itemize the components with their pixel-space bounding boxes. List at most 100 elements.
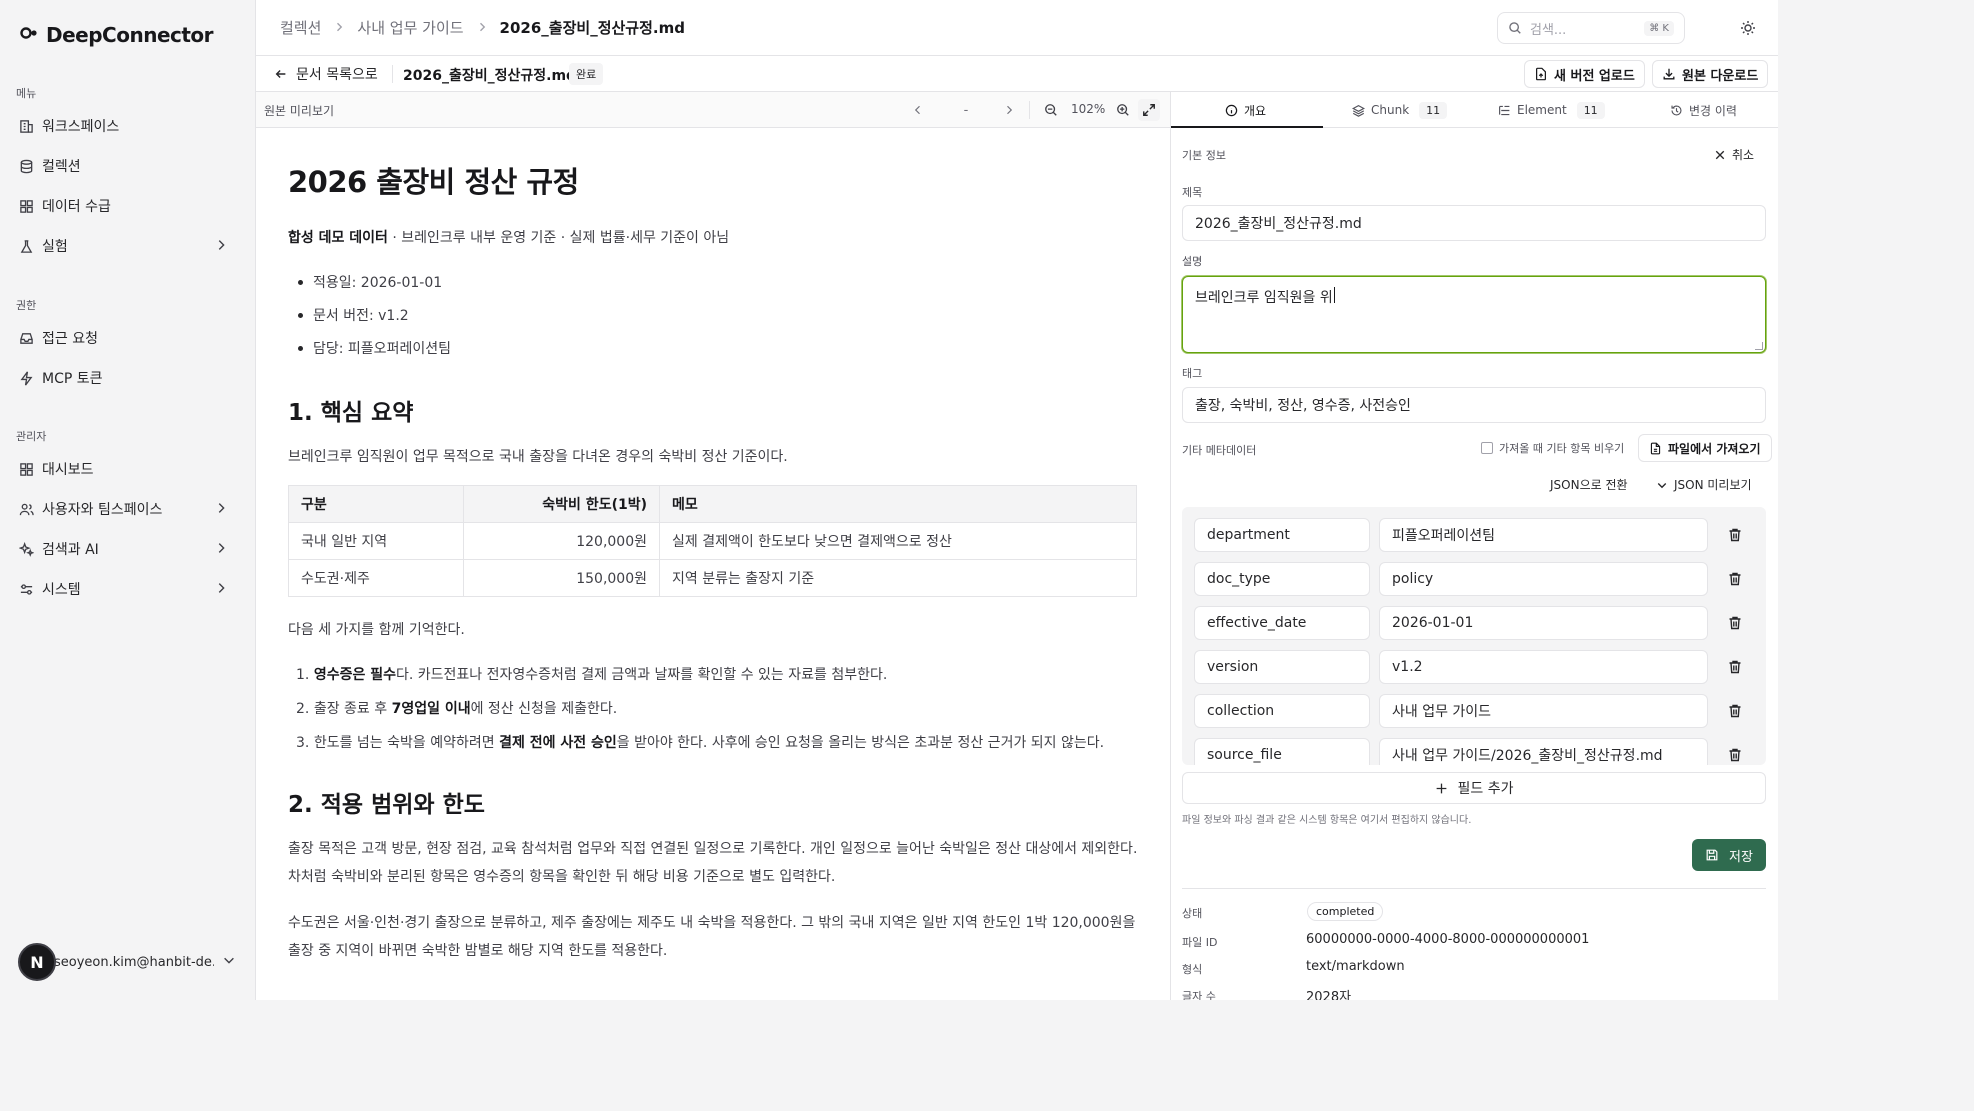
zoom-in-button[interactable] xyxy=(1114,101,1132,119)
table-cell: 국내 일반 지역 xyxy=(288,522,464,560)
page-indicator: - xyxy=(963,102,969,118)
sidebar-item-label: 사용자와 팀스페이스 xyxy=(42,502,163,518)
brand-logo-icon xyxy=(20,26,40,44)
add-field-button[interactable]: 필드 추가 xyxy=(1182,772,1766,804)
sidebar-item-access-requests[interactable]: 접근 요청 xyxy=(10,322,246,354)
sidebar-item-workspace[interactable]: 워크스페이스 xyxy=(10,110,246,142)
sidebar-item-label: 시스템 xyxy=(42,582,81,598)
sidebar-item-collection[interactable]: 컬렉션 xyxy=(10,150,246,182)
document-title: 2026 출장비 정산 규정 xyxy=(288,165,579,199)
upload-new-version-button[interactable]: 새 버전 업로드 xyxy=(1524,60,1645,88)
users-icon xyxy=(18,501,34,517)
metadata-key-input[interactable]: department xyxy=(1194,518,1370,552)
list-item-text: 담당: 피플오퍼레이션팀 xyxy=(313,341,451,357)
trash-icon[interactable] xyxy=(1727,747,1743,763)
emphasis: 영수증은 필수 xyxy=(313,667,396,683)
list-item: 2. 출장 종료 후 7영업일 이내에 정산 신청을 제출한다. xyxy=(296,698,617,718)
sidebar-item-mcp-token[interactable]: MCP 토큰 xyxy=(10,362,246,394)
user-menu[interactable]: N seoyeon.kim@hanbit-de... xyxy=(18,943,240,981)
metadata-value-input[interactable]: policy xyxy=(1379,562,1708,596)
sidebar-item-system[interactable]: 시스템 xyxy=(10,573,246,605)
search-shortcut: ⌘ K xyxy=(1644,20,1674,36)
metadata-row: department 피플오퍼레이션팀 xyxy=(1194,518,1754,552)
field-label: 제목 xyxy=(1182,186,1203,199)
sidebar-item-users-teamspaces[interactable]: 사용자와 팀스페이스 xyxy=(10,493,246,525)
tab-chunk[interactable]: Chunk 11 xyxy=(1352,92,1448,128)
inbox-icon xyxy=(18,330,34,346)
breadcrumb-item[interactable]: 사내 업무 가이드 xyxy=(357,17,463,38)
info-label: 상태 xyxy=(1182,907,1203,920)
limits-table: 구분 숙박비 한도(1박) 메모 국내 일반 지역 120,000원 실제 결제… xyxy=(288,485,1137,597)
tab-history[interactable]: 변경 이력 xyxy=(1670,92,1737,128)
metadata-key-input[interactable]: doc_type xyxy=(1194,562,1370,596)
download-original-button[interactable]: 원본 다운로드 xyxy=(1652,60,1769,88)
sidebar-item-experiment[interactable]: 실험 xyxy=(10,230,246,262)
import-from-file-button[interactable]: 파일에서 가져오기 xyxy=(1638,434,1772,462)
json-preview-label: JSON 미리보기 xyxy=(1674,478,1752,492)
tab-label: 변경 이력 xyxy=(1689,103,1737,118)
list-item: 문서 버전: v1.2 xyxy=(298,305,409,325)
switch-to-json-button[interactable]: JSON으로 전환 xyxy=(1550,476,1628,493)
divider xyxy=(1029,101,1030,119)
sidebar-item-search-ai[interactable]: 검색과 AI xyxy=(10,533,246,565)
theme-toggle-button[interactable] xyxy=(1737,17,1759,39)
clear-on-import-checkbox[interactable]: 가져올 때 기타 항목 비우기 xyxy=(1481,440,1624,456)
sidebar-item-dashboard[interactable]: 대시보드 xyxy=(10,453,246,485)
checkbox[interactable] xyxy=(1481,442,1493,454)
avatar: N xyxy=(18,943,56,981)
metadata-key-input[interactable]: version xyxy=(1194,650,1370,684)
trash-icon[interactable] xyxy=(1727,615,1743,631)
metadata-key-input[interactable]: effective_date xyxy=(1194,606,1370,640)
zoom-in-icon xyxy=(1116,103,1130,117)
trash-icon[interactable] xyxy=(1727,527,1743,543)
tab-label: Element xyxy=(1517,103,1567,117)
expand-icon xyxy=(1142,103,1156,117)
metadata-value-input[interactable]: 사내 업무 가이드/2026_출장비_정산규정.md xyxy=(1379,738,1708,765)
expand-button[interactable] xyxy=(1138,99,1160,121)
sidebar-item-label: 워크스페이스 xyxy=(42,119,120,135)
add-field-label: 필드 추가 xyxy=(1457,781,1514,797)
json-preview-toggle[interactable]: JSON 미리보기 xyxy=(1656,476,1752,493)
subtitle-text: · 브레인크루 내부 운영 기준 · 실제 법률·세무 기준이 아님 xyxy=(387,230,730,246)
cancel-button[interactable]: 취소 xyxy=(1714,146,1754,163)
resize-handle[interactable] xyxy=(1755,342,1763,350)
description-field[interactable]: 브레인크루 임직원을 위 xyxy=(1182,276,1766,353)
list-number: 3. xyxy=(296,735,310,751)
char-count-value: 2028자 xyxy=(1306,990,1352,1000)
tab-overview[interactable]: 개요 xyxy=(1225,92,1266,128)
download-label: 원본 다운로드 xyxy=(1682,68,1759,84)
preview-toolbar: 원본 미리보기 - 102% xyxy=(256,92,1170,128)
sidebar-item-label: 대시보드 xyxy=(42,462,94,478)
grid-icon xyxy=(18,461,34,477)
metadata-key-input[interactable]: collection xyxy=(1194,694,1370,728)
tab-element[interactable]: Element 11 xyxy=(1498,92,1605,128)
back-to-list-link[interactable]: 문서 목록으로 xyxy=(274,64,378,84)
breadcrumb-item[interactable]: 컬렉션 xyxy=(280,17,321,38)
sun-icon xyxy=(1740,20,1756,36)
metadata-value-input[interactable]: 2026-01-01 xyxy=(1379,606,1708,640)
metadata-value-input[interactable]: 피플오퍼레이션팀 xyxy=(1379,518,1708,552)
next-page-button[interactable] xyxy=(1000,101,1018,119)
metadata-value-input[interactable]: 사내 업무 가이드 xyxy=(1379,694,1708,728)
trash-icon[interactable] xyxy=(1727,659,1743,675)
chevron-right-icon xyxy=(214,501,228,519)
plus-icon xyxy=(1435,782,1448,795)
tags-field[interactable]: 출장, 숙박비, 정산, 영수증, 사전승인 xyxy=(1182,387,1766,423)
sidebar-item-label: 실험 xyxy=(42,239,68,255)
grid-icon xyxy=(18,198,34,214)
sidebar-item-data-ingest[interactable]: 데이터 수급 xyxy=(10,190,246,222)
metadata-key-input[interactable]: source_file xyxy=(1194,738,1370,765)
prev-page-button[interactable] xyxy=(909,101,927,119)
save-button[interactable]: 저장 xyxy=(1692,839,1766,871)
list-item: 1. 영수증은 필수다. 카드전표나 전자영수증처럼 결제 금액과 날짜를 확인… xyxy=(296,664,887,684)
trash-icon[interactable] xyxy=(1727,571,1743,587)
sparkles-icon xyxy=(18,541,34,557)
title-field[interactable]: 2026_출장비_정산규정.md xyxy=(1182,205,1766,241)
trash-icon[interactable] xyxy=(1727,703,1743,719)
search-input[interactable]: 검색... ⌘ K xyxy=(1497,12,1685,44)
chevron-right-icon xyxy=(476,19,488,37)
metadata-value-input[interactable]: v1.2 xyxy=(1379,650,1708,684)
paragraph-line: 차처럼 숙박비와 분리된 항목은 영수증의 항목을 확인한 뒤 해당 비용 기준… xyxy=(288,869,836,885)
zoom-out-button[interactable] xyxy=(1042,101,1060,119)
brand[interactable]: DeepConnector xyxy=(20,23,214,47)
